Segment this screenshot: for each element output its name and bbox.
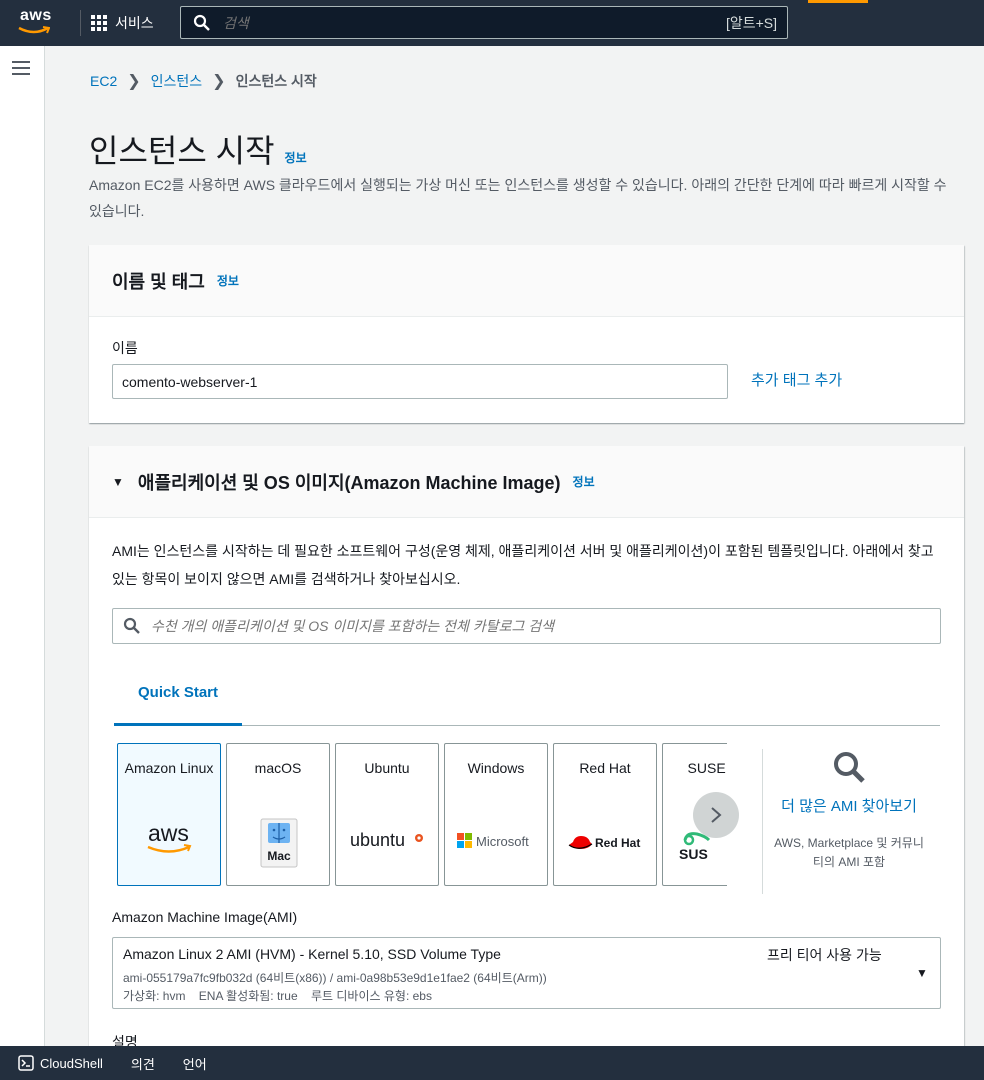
terminal-icon (18, 1055, 34, 1071)
svg-text:SUS: SUS (679, 846, 708, 862)
os-card-label: Amazon Linux (124, 760, 214, 776)
chevron-right-icon: ❯ (127, 73, 141, 90)
ami-select[interactable]: Amazon Linux 2 AMI (HVM) - Kernel 5.10, … (112, 937, 941, 1009)
browse-more-amis-subtext: AWS, Marketplace 및 커뮤니티의 AMI 포함 (774, 836, 924, 869)
os-card-windows[interactable]: Windows Microsoft (444, 743, 548, 886)
breadcrumb-instances[interactable]: 인스턴스 (151, 71, 203, 91)
svg-text:Microsoft: Microsoft (476, 834, 529, 849)
ami-catalog-search[interactable] (112, 608, 941, 644)
tab-quick-start[interactable]: Quick Start (114, 666, 242, 726)
page-description: Amazon EC2를 사용하면 AWS 클라우드에서 실행되는 가상 머신 또… (89, 177, 947, 219)
ami-selected-title: Amazon Linux 2 AMI (HVM) - Kernel 5.10, … (123, 946, 501, 962)
grid-icon (91, 15, 107, 31)
ami-description: AMI는 인스턴스를 시작하는 데 필요한 소프트웨어 구성(운영 체제, 애플… (112, 543, 934, 587)
aws-logo[interactable]: aws (14, 0, 74, 46)
ami-search-input[interactable] (151, 618, 940, 634)
services-label: 서비스 (115, 15, 154, 31)
breadcrumb-current: 인스턴스 시작 (235, 73, 317, 89)
name-panel-title: 이름 및 태그 (112, 271, 205, 292)
os-option-strip: Amazon Linux aws macOS Mac Ubuntu ubuntu… (117, 743, 727, 886)
mac-finder-icon: Mac (227, 818, 331, 868)
os-card-label: Windows (467, 760, 525, 776)
os-card-label: Red Hat (579, 760, 631, 776)
search-icon (123, 617, 140, 634)
more-ami-divider (762, 749, 763, 894)
browse-more-amis-link[interactable]: 더 많은 AMI 찾아보기 (773, 794, 925, 820)
ubuntu-logo-icon: ubuntu (336, 828, 440, 852)
ami-panel-title: 애플리케이션 및 OS 이미지(Amazon Machine Image) (137, 472, 561, 493)
nav-separator (80, 10, 81, 36)
scroll-right-button[interactable] (693, 792, 739, 838)
chevron-right-icon (711, 807, 722, 823)
page-info-link[interactable]: 정보 (285, 149, 307, 166)
os-card-red-hat[interactable]: Red Hat Red Hat (553, 743, 657, 886)
page-title: 인스턴스 시작 (89, 133, 275, 169)
svg-text:Mac: Mac (267, 849, 291, 863)
svg-text:Red Hat: Red Hat (595, 836, 640, 850)
os-card-label: SUSE Li (687, 760, 727, 776)
name-and-tags-panel: 이름 및 태그 정보 이름 추가 태그 추가 (89, 245, 964, 423)
name-panel-info-link[interactable]: 정보 (217, 272, 239, 289)
os-card-amazon-linux[interactable]: Amazon Linux aws (117, 743, 221, 886)
ami-selected-attributes: 가상화: hvm ENA 활성화됨: true 루트 디바이스 유형: ebs (123, 989, 432, 1003)
console-footer: CloudShell 의견 언어 (0, 1046, 984, 1080)
aws-smile-icon (18, 26, 50, 34)
search-icon (834, 752, 865, 783)
ami-tabs: Quick Start (114, 666, 940, 726)
ami-select-label: Amazon Machine Image(AMI) (112, 909, 298, 925)
os-card-label: macOS (254, 760, 302, 776)
breadcrumb-ec2[interactable]: EC2 (90, 73, 117, 89)
page-header: 인스턴스 시작 정보 (89, 126, 307, 172)
aws-logo-text: aws (20, 7, 52, 24)
free-tier-badge: 프리 티어 사용 가능 (767, 947, 882, 963)
chevron-right-icon: ❯ (212, 73, 226, 90)
cloudshell-label: CloudShell (40, 1055, 103, 1071)
services-menu-button[interactable]: 서비스 (91, 13, 154, 33)
red-hat-logo-icon: Red Hat (554, 832, 658, 854)
os-card-macos[interactable]: macOS Mac (226, 743, 330, 886)
name-field-label: 이름 (112, 340, 138, 356)
add-tag-link[interactable]: 추가 태그 추가 (751, 369, 842, 390)
browse-more-amis: 더 많은 AMI 찾아보기 AWS, Marketplace 및 커뮤니티의 A… (773, 749, 925, 872)
search-shortcut-hint: [알트+S] (725, 14, 777, 31)
search-icon (193, 14, 210, 31)
os-card-ubuntu[interactable]: Ubuntu ubuntu (335, 743, 439, 886)
ami-panel-header[interactable]: ▼ 애플리케이션 및 OS 이미지(Amazon Machine Image) … (89, 446, 964, 518)
breadcrumb: EC2 ❯ 인스턴스 ❯ 인스턴스 시작 (90, 71, 317, 91)
microsoft-logo-icon: Microsoft (445, 831, 549, 851)
caret-down-icon: ▼ (916, 966, 928, 980)
name-panel-header: 이름 및 태그 정보 (89, 245, 964, 317)
caret-down-icon: ▼ (112, 474, 124, 489)
hamburger-menu-icon[interactable] (12, 61, 30, 79)
svg-text:aws: aws (148, 820, 189, 846)
svg-text:ubuntu: ubuntu (350, 830, 405, 850)
ami-selected-ids: ami-055179a7fc9fb032d (64비트(x86)) / ami-… (123, 971, 547, 985)
side-navigation-rail (0, 46, 45, 1046)
global-search[interactable]: [알트+S] (180, 6, 788, 39)
cloudshell-button[interactable]: CloudShell (18, 1055, 103, 1071)
nav-accent-bar (808, 0, 868, 3)
aws-logo-icon: aws (118, 820, 222, 856)
ami-panel: ▼ 애플리케이션 및 OS 이미지(Amazon Machine Image) … (89, 446, 964, 1066)
ami-panel-info-link[interactable]: 정보 (573, 473, 595, 490)
feedback-link[interactable]: 의견 (131, 1054, 155, 1073)
top-navigation: aws 서비스 [알트+S] (0, 0, 984, 46)
os-card-label: Ubuntu (364, 760, 410, 776)
language-selector[interactable]: 언어 (183, 1054, 207, 1073)
name-field[interactable] (112, 364, 728, 399)
global-search-input[interactable] (223, 14, 726, 31)
